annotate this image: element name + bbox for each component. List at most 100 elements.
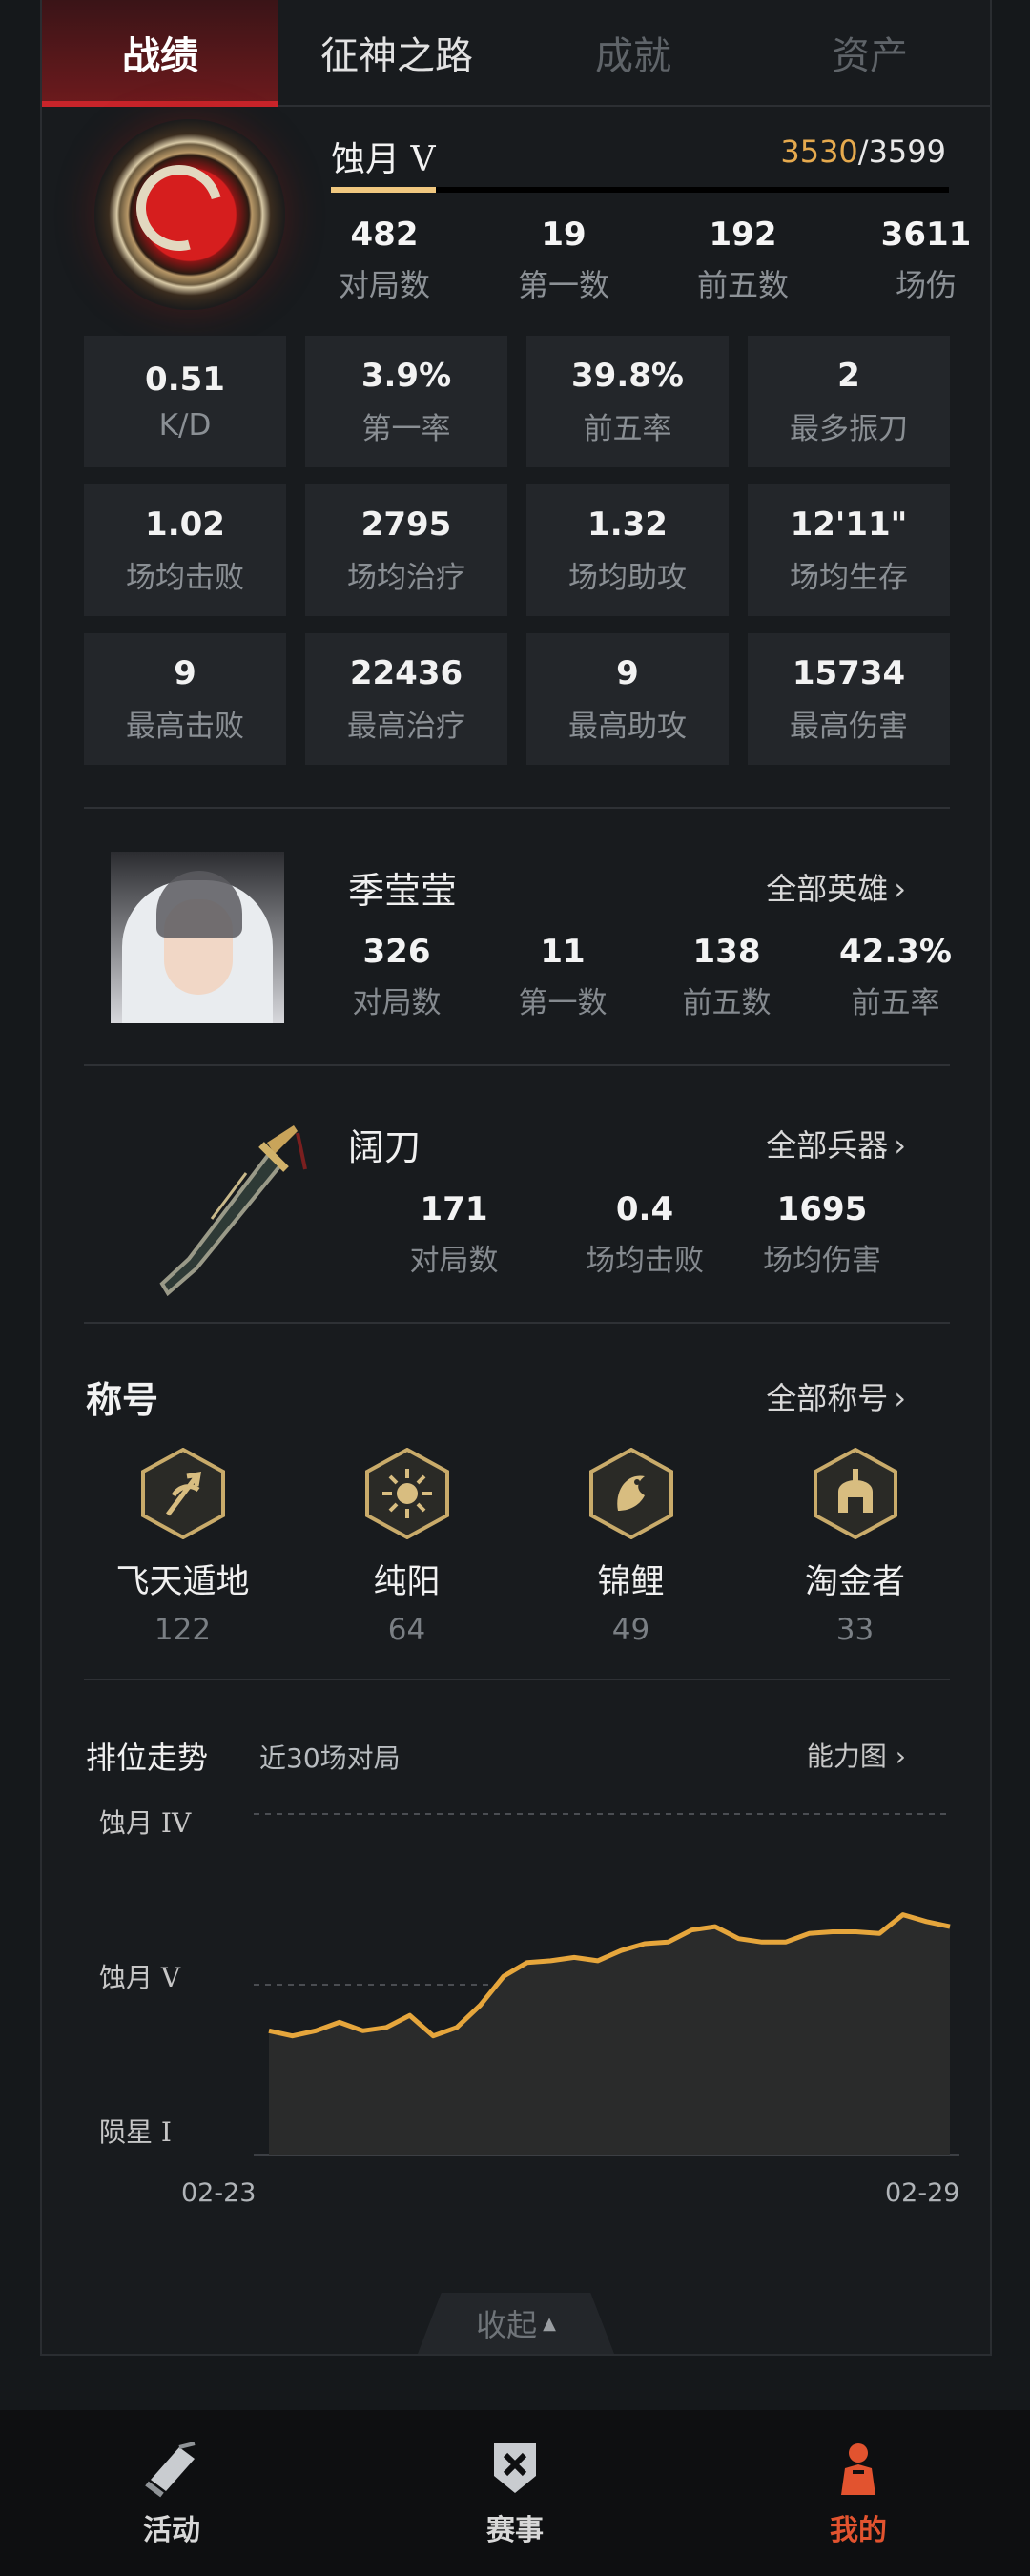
nav-events[interactable]: 赛事 bbox=[343, 2410, 687, 2576]
stat-cell: 9 最高助攻 bbox=[526, 633, 729, 765]
nav-label: 我的 bbox=[830, 2514, 887, 2547]
greatsword-icon[interactable] bbox=[154, 1116, 307, 1297]
title-badge[interactable]: 纯阳 64 bbox=[295, 1448, 519, 1647]
stat-label: 对局数 bbox=[338, 267, 430, 303]
stat-label: 场均击败 bbox=[126, 560, 244, 595]
title-name: 锦鲤 bbox=[597, 1563, 665, 1601]
weapon-stat: 1695 场均伤害 bbox=[755, 1190, 889, 1279]
stat-label: 场均伤害 bbox=[763, 1244, 881, 1278]
all-titles-label: 全部称号 bbox=[766, 1380, 889, 1416]
rank-score-max: /3599 bbox=[857, 134, 946, 170]
stat-value: 2 bbox=[837, 356, 860, 395]
stat-value: 39.8% bbox=[571, 356, 684, 395]
bottom-nav: 活动 赛事 我的 bbox=[0, 2410, 1030, 2576]
tab-record[interactable]: 战绩 bbox=[42, 0, 278, 107]
stat-value: 138 bbox=[692, 933, 761, 971]
stat-value: 0.51 bbox=[145, 361, 225, 399]
y-tick-label: 陨星 I bbox=[99, 2116, 172, 2148]
stat-label: 第一数 bbox=[518, 986, 608, 1020]
weapon-name: 阔刀 bbox=[348, 1126, 422, 1168]
title-name: 纯阳 bbox=[373, 1563, 441, 1601]
title-badges: 飞天遁地 122 纯阳 64 锦鲤 49 淘金者 33 bbox=[71, 1448, 967, 1647]
title-name: 飞天遁地 bbox=[115, 1563, 250, 1601]
tab-god-road[interactable]: 征神之路 bbox=[278, 0, 515, 105]
top-stat: 192 前五数 bbox=[690, 216, 796, 305]
title-badge[interactable]: 淘金者 33 bbox=[743, 1448, 967, 1647]
trident-icon bbox=[140, 1448, 225, 1539]
stat-cell: 15734 最高伤害 bbox=[748, 633, 950, 765]
divider bbox=[84, 1679, 950, 1680]
weapon-stats: 171 对局数 0.4 场均击败 1695 场均伤害 bbox=[387, 1190, 889, 1279]
chevron-right-icon: › bbox=[894, 1127, 906, 1164]
nav-label: 活动 bbox=[143, 2514, 200, 2547]
title-count: 33 bbox=[835, 1613, 875, 1647]
stat-label: 对局数 bbox=[409, 1244, 499, 1278]
trend-subtitle: 近30场对局 bbox=[259, 1742, 401, 1774]
all-heroes-label: 全部英雄 bbox=[766, 871, 889, 907]
all-weapons-link[interactable]: 全部兵器 › bbox=[766, 1122, 906, 1165]
rank-score: 3530/3599 bbox=[780, 134, 946, 170]
title-name: 淘金者 bbox=[804, 1563, 905, 1601]
title-badge[interactable]: 飞天遁地 122 bbox=[71, 1448, 295, 1647]
stat-value: 3.9% bbox=[360, 356, 452, 395]
stat-label: 最高助攻 bbox=[568, 709, 687, 744]
y-tick-label: 蚀月 V bbox=[99, 1962, 181, 1993]
hero-stats: 326 对局数 11 第一数 138 前五数 42.3% 前五率 bbox=[340, 933, 958, 1021]
x-tick-label: 02-23 bbox=[181, 2178, 257, 2208]
rank-progress-fill bbox=[331, 187, 437, 193]
stat-value: 19 bbox=[541, 216, 587, 254]
ability-chart-label: 能力图 bbox=[806, 1741, 887, 1772]
chevron-right-icon: › bbox=[886, 1741, 906, 1772]
koi-icon bbox=[588, 1448, 673, 1539]
stat-label: 场均击败 bbox=[586, 1244, 704, 1278]
top-stat: 3611 场伤 bbox=[873, 216, 979, 305]
all-heroes-link[interactable]: 全部英雄 › bbox=[766, 865, 906, 909]
divider bbox=[84, 1322, 950, 1324]
x-tick-label: 02-29 bbox=[885, 2178, 960, 2208]
trend-line bbox=[268, 1912, 951, 2039]
stat-label: 前五率 bbox=[851, 986, 940, 1020]
stat-label: 场伤 bbox=[895, 267, 957, 303]
stat-value: 22436 bbox=[349, 653, 464, 692]
warrior-icon bbox=[841, 2443, 876, 2495]
ability-chart-link[interactable]: 能力图 › bbox=[807, 1736, 906, 1774]
title-count: 122 bbox=[154, 1613, 212, 1647]
stat-value: 9 bbox=[174, 653, 196, 692]
all-titles-link[interactable]: 全部称号 › bbox=[766, 1374, 906, 1418]
nav-activity[interactable]: 活动 bbox=[0, 2410, 343, 2576]
stat-value: 0.4 bbox=[615, 1190, 674, 1228]
hero-stat: 11 第一数 bbox=[505, 933, 620, 1021]
hero-stat: 138 前五数 bbox=[670, 933, 784, 1021]
stat-label: 最高伤害 bbox=[790, 709, 908, 744]
collapse-button[interactable]: 收起 ▲ bbox=[418, 2293, 614, 2354]
stat-value: 171 bbox=[420, 1190, 488, 1228]
tab-achievement[interactable]: 成就 bbox=[515, 0, 752, 105]
hero-veil bbox=[156, 871, 242, 938]
stat-label: K/D bbox=[158, 408, 212, 443]
title-badge[interactable]: 锦鲤 49 bbox=[519, 1448, 743, 1647]
collapse-label: 收起 bbox=[476, 2307, 538, 2343]
stat-cell: 9 最高击败 bbox=[84, 633, 286, 765]
stat-value: 15734 bbox=[792, 653, 906, 692]
stat-cell: 12'11" 场均生存 bbox=[748, 484, 950, 616]
tab-bar: 战绩 征神之路 成就 资产 bbox=[42, 0, 990, 107]
stat-label: 场均助攻 bbox=[568, 560, 687, 595]
stat-label: 前五数 bbox=[696, 267, 789, 303]
stat-value: 1695 bbox=[776, 1190, 868, 1228]
stat-label: 第一率 bbox=[361, 411, 451, 446]
all-weapons-label: 全部兵器 bbox=[766, 1127, 889, 1164]
tab-assets[interactable]: 资产 bbox=[752, 0, 988, 105]
nav-mine[interactable]: 我的 bbox=[687, 2410, 1030, 2576]
stat-cell: 3.9% 第一率 bbox=[305, 336, 507, 467]
stat-cell: 22436 最高治疗 bbox=[305, 633, 507, 765]
stat-value: 3611 bbox=[880, 216, 972, 254]
divider bbox=[84, 1064, 950, 1066]
top-stats: 482 对局数 19 第一数 192 前五数 3611 场伤 bbox=[331, 216, 989, 305]
shield-icon bbox=[494, 2443, 536, 2493]
stat-label: 最多振刀 bbox=[790, 411, 908, 446]
rank-name: 蚀月 V bbox=[331, 140, 436, 179]
hero-stat: 42.3% 前五率 bbox=[834, 933, 958, 1021]
caret-up-icon: ▲ bbox=[543, 2313, 556, 2334]
helmet-icon bbox=[813, 1448, 897, 1539]
hero-portrait[interactable] bbox=[111, 852, 284, 1023]
